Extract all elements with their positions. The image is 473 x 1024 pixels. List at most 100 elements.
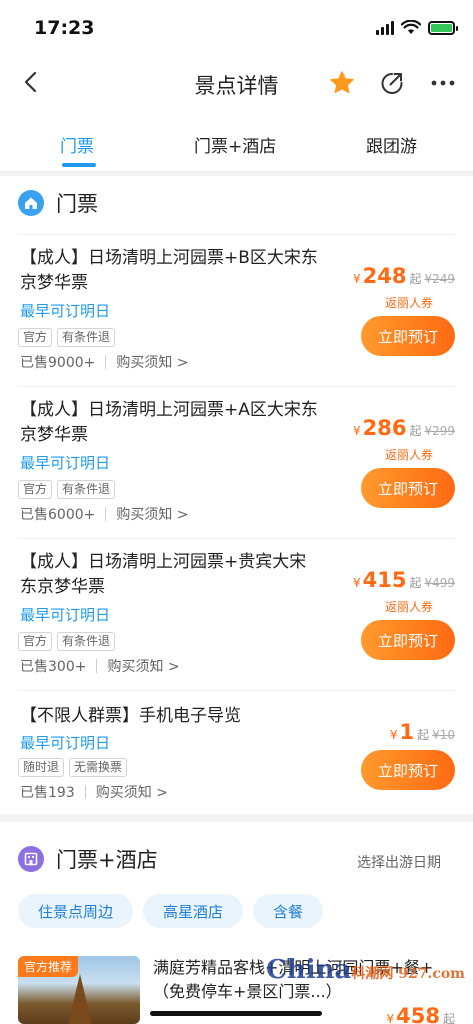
tag: 官方 [18,328,53,347]
ticket-price: ¥ 248 起 ¥249 [353,264,455,288]
sold-count: 已售193 [20,785,75,801]
tag: 随时退 [18,758,65,777]
status-icons [376,20,458,35]
tag: 有条件退 [57,632,116,651]
original-price: ¥249 [424,272,455,286]
battery-icon [428,20,458,35]
book-now-button[interactable]: 立即预订 [361,620,455,660]
ticket-earliest-date: 最早可订明日 [20,454,111,472]
price-value: 1 [399,720,415,744]
tickets-card: 门票 【成人】日场清明上河园票+B区大宋东京梦华票 最早可订明日 官方 有条件退… [0,176,473,814]
chip-high-star-hotel[interactable]: 高星酒店 [143,894,244,928]
tag: 无需换票 [69,758,128,777]
ticket-section-icon [18,190,44,216]
ticket-hotel-section-header: 门票+酒店 [18,844,158,874]
price-value: 286 [362,416,407,440]
navigation-bar: 景点详情 [0,58,473,108]
divider [18,538,455,539]
coupon-label: 返丽人券 [384,600,433,614]
tab-tickets-hotel[interactable]: 门票+酒店 [194,132,276,157]
ticket-price: ¥ 1 起 ¥10 [390,720,455,744]
price-value: 458 [396,1004,440,1024]
ticket-tags: 官方 有条件退 [18,328,116,347]
sold-count: 已售300+ [20,659,87,675]
status-time: 17:23 [34,17,95,39]
price-from-label: 起 [409,272,422,286]
section-title: 门票+酒店 [56,848,158,872]
sold-count: 已售9000+ [20,355,96,371]
tab-group-tour[interactable]: 跟团游 [366,132,417,157]
purchase-notice-link[interactable]: 购买须知 > [116,352,188,372]
divider [18,386,455,387]
hotel-section-icon [18,846,44,872]
ticket-hotel-card: 门票+酒店 选择出游日期 住景点周边 高星酒店 含餐 官方推荐 满庭芳精品客栈+… [0,822,473,1024]
ticket-item[interactable]: 【成人】日场清明上河园票+贵宾大宋东京梦华票 最早可订明日 官方 有条件退 已售… [18,550,455,690]
ticket-price: ¥ 286 起 ¥299 [353,416,455,440]
tab-bar: 门票 门票+酒店 跟团游 [0,108,473,172]
ticket-tags: 随时退 无需换票 [18,758,128,777]
more-icon[interactable] [428,69,458,97]
filter-chips: 住景点周边 高星酒店 含餐 [18,894,324,928]
price-from-label: 起 [409,424,422,438]
purchase-notice-link[interactable]: 购买须知 > [107,656,179,676]
currency-symbol: ¥ [352,424,361,438]
book-now-button[interactable]: 立即预订 [361,316,455,356]
ticket-sold-row: 已售6000+ 购买须知 > [20,504,189,524]
section-title: 门票 [56,192,98,216]
currency-symbol: ¥ [352,576,361,590]
tab-active-indicator [62,163,96,167]
tab-tickets[interactable]: 门票 [60,132,94,157]
ticket-name: 【不限人群票】手机电子导览 [20,706,241,726]
ticket-item[interactable]: 【不限人群票】手机电子导览 最早可订明日 随时退 无需换票 已售193 购买须知… [18,704,455,814]
coupon-label: 返丽人券 [384,296,433,310]
watermark-text: China [266,955,352,985]
hotel-thumbnail[interactable]: 官方推荐 [18,956,140,1024]
cellular-signal-icon [376,20,394,35]
book-now-button[interactable]: 立即预订 [361,750,455,790]
ticket-sold-row: 已售9000+ 购买须知 > [20,352,189,372]
price-from-label: 起 [409,576,422,590]
purchase-notice-link[interactable]: 购买须知 > [96,782,168,802]
price-from-label: 起 [417,728,430,742]
ticket-name: 【成人】日场清明上河园票+B区大宋东京梦华票 [20,248,318,293]
coupon-label: 返丽人券 [384,448,433,462]
original-price: ¥499 [424,576,455,590]
back-arrow-icon[interactable] [18,68,46,96]
currency-symbol: ¥ [389,728,398,742]
ticket-earliest-date: 最早可订明日 [20,734,111,752]
share-icon[interactable] [378,69,406,97]
status-bar: 17:23 [0,0,473,58]
price-from-label: 起 [442,1012,455,1024]
price-value: 248 [362,264,407,288]
ticket-name: 【成人】日场清明上河园票+贵宾大宋东京梦华票 [20,552,307,597]
tag: 有条件退 [57,480,116,499]
ticket-name: 【成人】日场清明上河园票+A区大宋东京梦华票 [20,400,318,445]
price-value: 415 [362,568,407,592]
choose-date-link[interactable]: 选择出游日期 [357,852,441,872]
divider [18,234,455,235]
purchase-notice-link[interactable]: 购买须知 > [116,504,188,524]
tickets-section-header: 门票 [18,188,98,218]
tag: 官方 [18,632,53,651]
currency-symbol: ¥ [352,272,361,286]
site-watermark: China科潮网 927.com [266,955,465,985]
watermark-sub: 科潮网 927.com [351,966,465,982]
currency-symbol: ¥ [386,1012,395,1024]
pagoda-illustration [68,974,92,1024]
chip-near-attraction[interactable]: 住景点周边 [18,894,134,928]
home-indicator [150,1011,322,1016]
ticket-item[interactable]: 【成人】日场清明上河园票+B区大宋东京梦华票 最早可订明日 官方 有条件退 已售… [18,246,455,386]
ticket-earliest-date: 最早可订明日 [20,606,111,624]
ticket-price: ¥ 415 起 ¥499 [353,568,455,592]
chip-meal-included[interactable]: 含餐 [253,894,324,928]
tag: 官方 [18,480,53,499]
divider [18,690,455,691]
ticket-sold-row: 已售193 购买须知 > [20,782,168,802]
favorite-star-icon[interactable] [328,69,356,97]
tag: 有条件退 [57,328,116,347]
ticket-tags: 官方 有条件退 [18,632,116,651]
book-now-button[interactable]: 立即预订 [361,468,455,508]
ticket-sold-row: 已售300+ 购买须知 > [20,656,180,676]
ticket-item[interactable]: 【成人】日场清明上河园票+A区大宋东京梦华票 最早可订明日 官方 有条件退 已售… [18,398,455,538]
original-price: ¥10 [432,728,455,742]
